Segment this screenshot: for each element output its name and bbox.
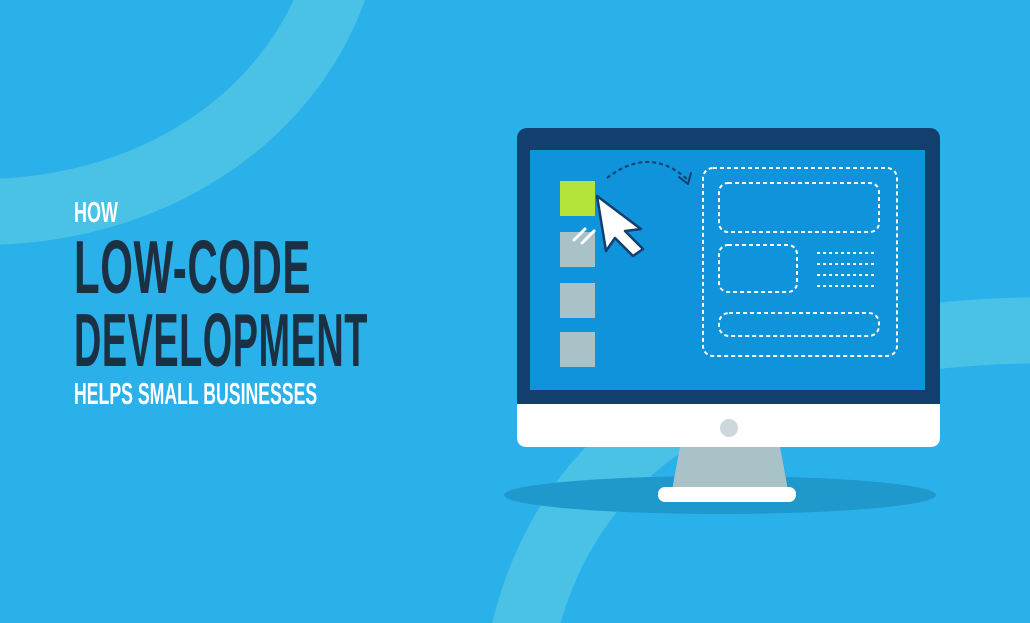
headline-line-how: HOW [74,197,118,229]
headline-line-helps-small-businesses: HELPS SMALL BUSINESSES [74,376,318,411]
palette-block-selected [560,181,595,216]
palette-block [560,283,595,318]
headline-line-development: DEVELOPMENT [74,298,368,382]
monitor-stand-neck [672,447,788,490]
monitor-stand-base [658,487,796,502]
headline-line-low-code: LOW-CODE [74,225,311,309]
power-button-icon [720,419,738,437]
palette-block [560,332,595,367]
background-arc-top-left [0,0,365,245]
